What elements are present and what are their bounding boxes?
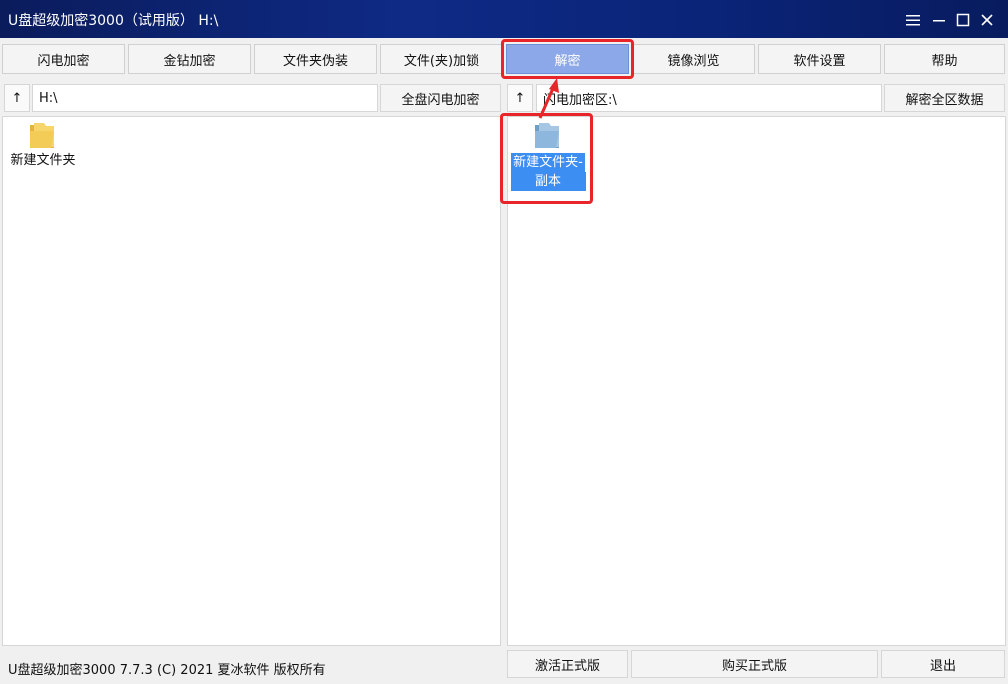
settings-button[interactable]: 软件设置 bbox=[758, 44, 881, 74]
gold-encrypt-button[interactable]: 金钻加密 bbox=[128, 44, 251, 74]
folder-icon bbox=[30, 123, 54, 148]
list-item[interactable]: 新建文件夹- 副本 bbox=[508, 119, 588, 191]
arrow-icon bbox=[538, 78, 559, 119]
buy-button[interactable]: 购买正式版 bbox=[631, 650, 878, 678]
close-icon[interactable] bbox=[976, 9, 998, 31]
file-name-line-2: 副本 bbox=[510, 172, 586, 191]
exit-button[interactable]: 退出 bbox=[881, 650, 1005, 678]
activate-button[interactable]: 激活正式版 bbox=[507, 650, 628, 678]
menu-icon[interactable] bbox=[902, 9, 924, 31]
minimize-icon[interactable] bbox=[928, 9, 950, 31]
decrypt-all-data-button[interactable]: 解密全区数据 bbox=[884, 84, 1005, 112]
full-disk-flash-encrypt-button[interactable]: 全盘闪电加密 bbox=[380, 84, 501, 112]
title-bar: U盘超级加密3000（试用版） H:\ bbox=[0, 0, 1008, 38]
right-path-field[interactable]: 闪电加密区:\ bbox=[536, 84, 882, 112]
status-text: U盘超级加密3000 7.7.3 (C) 2021 夏冰软件 版权所有 bbox=[8, 663, 326, 678]
window-title: U盘超级加密3000（试用版） H:\ bbox=[8, 13, 219, 29]
file-name: 新建文件夹 bbox=[10, 153, 76, 168]
encrypted-folder-icon bbox=[535, 123, 559, 148]
left-path-field[interactable]: H:\ bbox=[32, 84, 378, 112]
decrypt-button[interactable]: 解密 bbox=[506, 44, 629, 74]
left-up-button[interactable]: ↑ bbox=[4, 84, 30, 112]
help-button[interactable]: 帮助 bbox=[884, 44, 1005, 74]
left-file-panel[interactable]: 新建文件夹 bbox=[2, 116, 501, 646]
folder-disguise-button[interactable]: 文件夹伪装 bbox=[254, 44, 377, 74]
right-file-panel[interactable]: 新建文件夹- 副本 bbox=[507, 116, 1006, 646]
list-item[interactable]: 新建文件夹 bbox=[3, 119, 83, 170]
flash-encrypt-button[interactable]: 闪电加密 bbox=[2, 44, 125, 74]
file-lock-button[interactable]: 文件(夹)加锁 bbox=[380, 44, 503, 74]
maximize-icon[interactable] bbox=[952, 9, 974, 31]
mirror-browse-button[interactable]: 镜像浏览 bbox=[632, 44, 755, 74]
file-name-line-1: 新建文件夹- bbox=[511, 153, 585, 172]
